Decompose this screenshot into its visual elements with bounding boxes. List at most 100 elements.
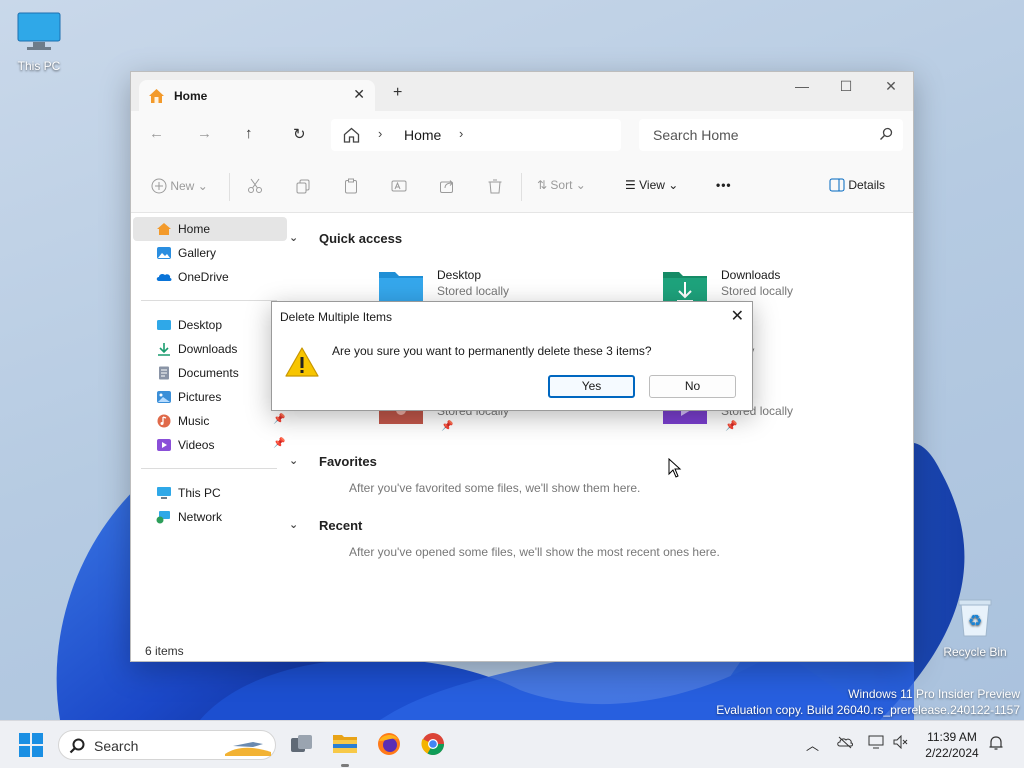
search-box[interactable]: Search Home: [639, 119, 903, 151]
download-arrow-icon: [156, 342, 172, 356]
tab-home[interactable]: Home ✕: [139, 80, 375, 112]
chevron-down-icon: ⌄: [289, 519, 299, 531]
item-name: Downloads: [721, 268, 781, 282]
start-windows-icon[interactable]: [19, 733, 45, 759]
desktop-icon-label: Recycle Bin: [943, 645, 1007, 659]
new-tab-button[interactable]: +: [393, 84, 402, 102]
sidebar-item-label: Home: [178, 222, 211, 236]
tab-close-icon[interactable]: ✕: [353, 86, 365, 103]
search-placeholder: Search Home: [653, 127, 739, 143]
sort-label: Sort: [550, 178, 573, 192]
sidebar-item-label: Music: [178, 414, 210, 428]
recent-header[interactable]: ⌄ Recent: [289, 518, 362, 533]
onedrive-cloud-icon: [156, 270, 172, 284]
quick-access-header[interactable]: ⌄ Quick access: [289, 231, 402, 246]
pin-icon[interactable]: 📌: [441, 421, 453, 432]
breadcrumb-separator[interactable]: ›: [459, 126, 463, 141]
back-button[interactable]: ←: [149, 125, 164, 142]
document-icon: [156, 366, 172, 380]
chevron-down-icon: ⌄: [289, 232, 299, 244]
command-divider: [229, 173, 230, 201]
sidebar-item-label: Documents: [178, 366, 239, 380]
sidebar-item-label: OneDrive: [178, 270, 229, 284]
taskbar: Search ︿ 11:39 AM 2/22/2024: [0, 720, 1024, 768]
notification-bell-icon[interactable]: [988, 735, 1004, 754]
new-button[interactable]: New ⌄: [151, 178, 208, 194]
view-list-icon: ☰: [625, 178, 636, 192]
pin-icon[interactable]: 📌: [273, 438, 285, 449]
share-icon[interactable]: [439, 178, 455, 197]
sidebar-item-label: Desktop: [178, 318, 223, 332]
command-bar: New ⌄ ⇅ Sort ⌄ ☰ View ⌄ ••• Details: [131, 159, 913, 213]
dialog-message: Are you sure you want to permanently del…: [332, 344, 652, 358]
sidebar-item-onedrive[interactable]: OneDrive: [133, 265, 287, 289]
chevron-up-icon[interactable]: ︿: [806, 735, 819, 754]
paste-icon[interactable]: [343, 178, 359, 197]
system-clock[interactable]: 11:39 AM 2/22/2024: [912, 729, 992, 761]
onedrive-tray-icon[interactable]: [836, 735, 854, 752]
sidebar-item-pictures[interactable]: Pictures: [133, 385, 287, 409]
refresh-button[interactable]: ↻: [293, 125, 306, 143]
item-sub: Stored locally: [437, 284, 510, 298]
address-bar[interactable]: › Home ›: [331, 119, 621, 151]
watermark-line: Windows 11 Pro Insider Preview: [848, 687, 1020, 701]
search-icon: [69, 738, 85, 757]
monitor-icon: [156, 486, 172, 500]
forward-button[interactable]: →: [197, 125, 212, 142]
maximize-button[interactable]: ☐: [831, 78, 861, 95]
no-button[interactable]: No: [649, 375, 736, 398]
sidebar-item-music[interactable]: Music 📌: [133, 409, 287, 433]
video-icon: [156, 438, 172, 452]
chrome-icon[interactable]: [420, 731, 446, 757]
close-window-button[interactable]: ✕: [876, 78, 906, 95]
sidebar-item-this-pc[interactable]: This PC: [133, 481, 287, 505]
dialog-close-button[interactable]: ✕: [731, 306, 744, 326]
pin-icon[interactable]: 📌: [725, 421, 737, 432]
minimize-button[interactable]: —: [787, 78, 817, 94]
pin-icon[interactable]: 📌: [273, 414, 285, 425]
task-view-icon[interactable]: [289, 731, 315, 757]
network-tray-icon[interactable]: [868, 735, 886, 752]
clock-date: 2/22/2024: [925, 746, 979, 760]
details-label: Details: [848, 178, 886, 192]
sidebar-item-downloads[interactable]: Downloads: [133, 337, 287, 361]
up-button[interactable]: ↑: [245, 125, 253, 142]
sort-button[interactable]: ⇅ Sort ⌄: [537, 178, 586, 192]
clock-time: 11:39 AM: [927, 730, 977, 744]
recent-empty-text: After you've opened some files, we'll sh…: [349, 545, 720, 559]
taskbar-search[interactable]: Search: [58, 730, 276, 760]
yes-button[interactable]: Yes: [548, 375, 635, 398]
file-explorer-taskbar-icon[interactable]: [332, 731, 358, 757]
volume-muted-icon[interactable]: [893, 734, 909, 752]
sidebar-item-desktop[interactable]: Desktop: [133, 313, 287, 337]
firefox-icon[interactable]: [376, 731, 402, 757]
cut-icon[interactable]: [247, 178, 263, 197]
desktop-icon-label: This PC: [17, 59, 61, 73]
details-button[interactable]: Details: [829, 178, 885, 192]
favorites-header[interactable]: ⌄ Favorites: [289, 454, 377, 469]
sidebar-item-home[interactable]: Home: [133, 217, 287, 241]
sidebar-item-documents[interactable]: Documents: [133, 361, 287, 385]
delete-icon[interactable]: [487, 178, 503, 197]
title-bar[interactable]: Home ✕ + — ☐ ✕: [131, 72, 913, 112]
sort-icon: ⇅: [537, 178, 548, 192]
desktop-icon-recycle-bin[interactable]: ♻ Recycle Bin: [940, 596, 1010, 659]
item-name: Desktop: [437, 268, 482, 282]
sidebar-item-gallery[interactable]: Gallery: [133, 241, 287, 265]
watermark-line: Evaluation copy. Build 26040.rs_prerelea…: [716, 703, 1020, 717]
sidebar-item-videos[interactable]: Videos 📌: [133, 433, 287, 457]
more-options-button[interactable]: •••: [716, 178, 732, 192]
build-watermark: Windows 11 Pro Insider Preview Evaluatio…: [716, 686, 1020, 718]
rename-icon[interactable]: [391, 178, 407, 197]
breadcrumb-home[interactable]: Home: [404, 127, 441, 143]
pictures-icon: [156, 390, 172, 404]
desktop-icon-this-pc[interactable]: This PC: [4, 12, 74, 73]
details-pane-icon: [829, 178, 845, 192]
status-item-count: 6 items: [145, 644, 184, 658]
sidebar-item-label: Videos: [178, 438, 215, 452]
view-button[interactable]: ☰ View ⌄: [625, 178, 678, 192]
search-highlight-icon: [223, 734, 273, 761]
home-icon: [156, 222, 172, 236]
copy-icon[interactable]: [295, 178, 311, 197]
sidebar-item-network[interactable]: Network: [133, 505, 287, 529]
